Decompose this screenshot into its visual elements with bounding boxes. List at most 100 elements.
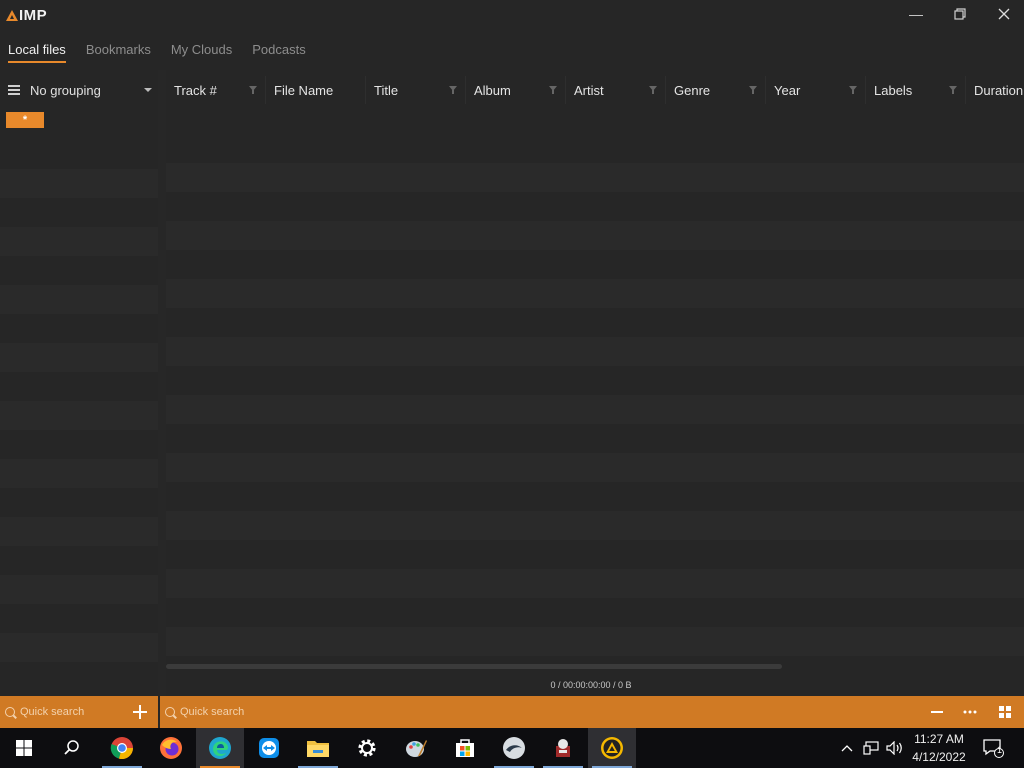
restore-icon — [954, 8, 966, 20]
folder-icon — [307, 741, 329, 757]
tab-local-files[interactable]: Local files — [0, 38, 74, 64]
show-hidden-icons-button[interactable] — [838, 728, 856, 768]
aimp-window: IMP — Local files Bookmarks My Clouds Po… — [0, 0, 1024, 728]
column-label: Album — [474, 83, 511, 98]
game-app-icon — [556, 739, 570, 757]
bottom-toolbar: Quick search Quick search — [0, 696, 1024, 728]
restore-button[interactable] — [938, 0, 982, 28]
column-genre[interactable]: Genre — [666, 76, 766, 104]
search-icon — [165, 707, 175, 717]
chrome-taskbar-button[interactable] — [98, 728, 146, 768]
logo-text: IMP — [19, 6, 48, 24]
horizontal-scrollbar[interactable] — [166, 664, 782, 669]
column-label: Artist — [574, 83, 604, 98]
grouping-label: No grouping — [30, 82, 101, 98]
logo-triangle-icon — [6, 9, 18, 21]
column-album[interactable]: Album — [466, 76, 566, 104]
edge-icon — [209, 737, 231, 759]
column-label: Labels — [874, 83, 913, 98]
clock-date: 4/12/2022 — [912, 750, 966, 764]
windows-taskbar: 11:27 AM 4/12/2022 1 — [0, 728, 1024, 768]
tab-podcasts[interactable]: Podcasts — [244, 38, 313, 64]
tab-my-clouds[interactable]: My Clouds — [163, 38, 240, 64]
playlist-summary: 0 / 00:00:00:00 / 0 B — [550, 680, 632, 690]
aimp-taskbar-button[interactable] — [588, 728, 636, 768]
column-label: Duration — [974, 83, 1024, 98]
search-icon — [64, 740, 79, 755]
tab-bookmarks[interactable]: Bookmarks — [78, 38, 159, 64]
search-placeholder: Quick search — [20, 706, 85, 718]
clock-time: 11:27 AM — [914, 732, 964, 746]
firefox-taskbar-button[interactable] — [147, 728, 195, 768]
column-duration[interactable]: Duration — [966, 76, 1024, 104]
aimp-logo: IMP — [6, 6, 47, 24]
chrome-icon — [110, 737, 134, 760]
source-tabs: Local files Bookmarks My Clouds Podcasts — [0, 38, 314, 64]
teamviewer-icon — [259, 738, 279, 758]
playlist-quick-search[interactable]: Quick search — [160, 696, 460, 728]
filter-icon[interactable] — [649, 86, 657, 94]
grouping-selector[interactable]: No grouping — [0, 78, 158, 102]
column-label: Year — [774, 83, 801, 98]
filter-icon[interactable] — [749, 86, 757, 94]
more-options-button[interactable] — [962, 704, 978, 720]
group-quick-search[interactable]: Quick search — [0, 696, 130, 728]
system-clock[interactable]: 11:27 AM 4/12/2022 — [906, 730, 972, 766]
swirl-app-taskbar-button[interactable] — [490, 728, 538, 768]
column-label: Genre — [674, 83, 711, 98]
pane-splitter[interactable] — [158, 70, 166, 696]
view-mode-button[interactable] — [997, 704, 1013, 720]
more-icon — [963, 710, 977, 714]
network-icon — [863, 741, 879, 755]
filter-icon[interactable] — [849, 86, 857, 94]
grouping-tree — [0, 140, 158, 662]
chevron-up-icon — [841, 745, 853, 752]
minimize-button[interactable]: — — [894, 0, 938, 28]
edge-taskbar-button[interactable] — [196, 728, 244, 768]
taskbar-search-button[interactable] — [48, 728, 96, 768]
column-track-number[interactable]: Track # — [166, 76, 266, 104]
settings-taskbar-button[interactable] — [343, 728, 391, 768]
chevron-down-icon — [144, 88, 152, 92]
close-button[interactable] — [982, 0, 1024, 28]
column-labels[interactable]: Labels — [866, 76, 966, 104]
palette-icon — [406, 740, 427, 757]
track-list[interactable] — [166, 134, 1024, 664]
title-bar: IMP — — [0, 0, 1024, 30]
filter-icon[interactable] — [449, 86, 457, 94]
column-label: File Name — [274, 83, 334, 98]
column-header: Track # File Name Title Album Artist Gen… — [166, 76, 1024, 104]
network-button[interactable] — [860, 728, 882, 768]
speaker-icon — [886, 741, 902, 755]
filter-icon[interactable] — [249, 86, 257, 94]
action-center-button[interactable]: 1 — [978, 728, 1008, 768]
column-label: Track # — [174, 83, 217, 98]
column-year[interactable]: Year — [766, 76, 866, 104]
volume-button[interactable] — [884, 728, 906, 768]
aimp-icon — [601, 737, 623, 759]
file-explorer-taskbar-button[interactable] — [294, 728, 342, 768]
minus-icon — [931, 711, 943, 713]
notification-count: 1 — [997, 745, 1003, 755]
filter-icon[interactable] — [549, 86, 557, 94]
search-placeholder: Quick search — [180, 706, 245, 718]
swirl-app-icon — [503, 737, 525, 759]
all-items-node[interactable]: * — [6, 112, 44, 128]
teamviewer-taskbar-button[interactable] — [245, 728, 293, 768]
add-button[interactable] — [133, 705, 147, 719]
column-artist[interactable]: Artist — [566, 76, 666, 104]
column-title[interactable]: Title — [366, 76, 466, 104]
firefox-icon — [160, 737, 182, 759]
remove-button[interactable] — [929, 704, 945, 720]
game-app-taskbar-button[interactable] — [539, 728, 587, 768]
filter-icon[interactable] — [949, 86, 957, 94]
menu-icon — [8, 85, 20, 95]
grouping-pane: No grouping * — [0, 70, 158, 696]
column-file-name[interactable]: File Name — [266, 76, 366, 104]
start-button[interactable] — [0, 728, 48, 768]
gear-icon — [358, 739, 376, 757]
paint-taskbar-button[interactable] — [392, 728, 440, 768]
store-taskbar-button[interactable] — [441, 728, 489, 768]
close-icon — [998, 8, 1010, 20]
search-icon — [5, 707, 15, 717]
